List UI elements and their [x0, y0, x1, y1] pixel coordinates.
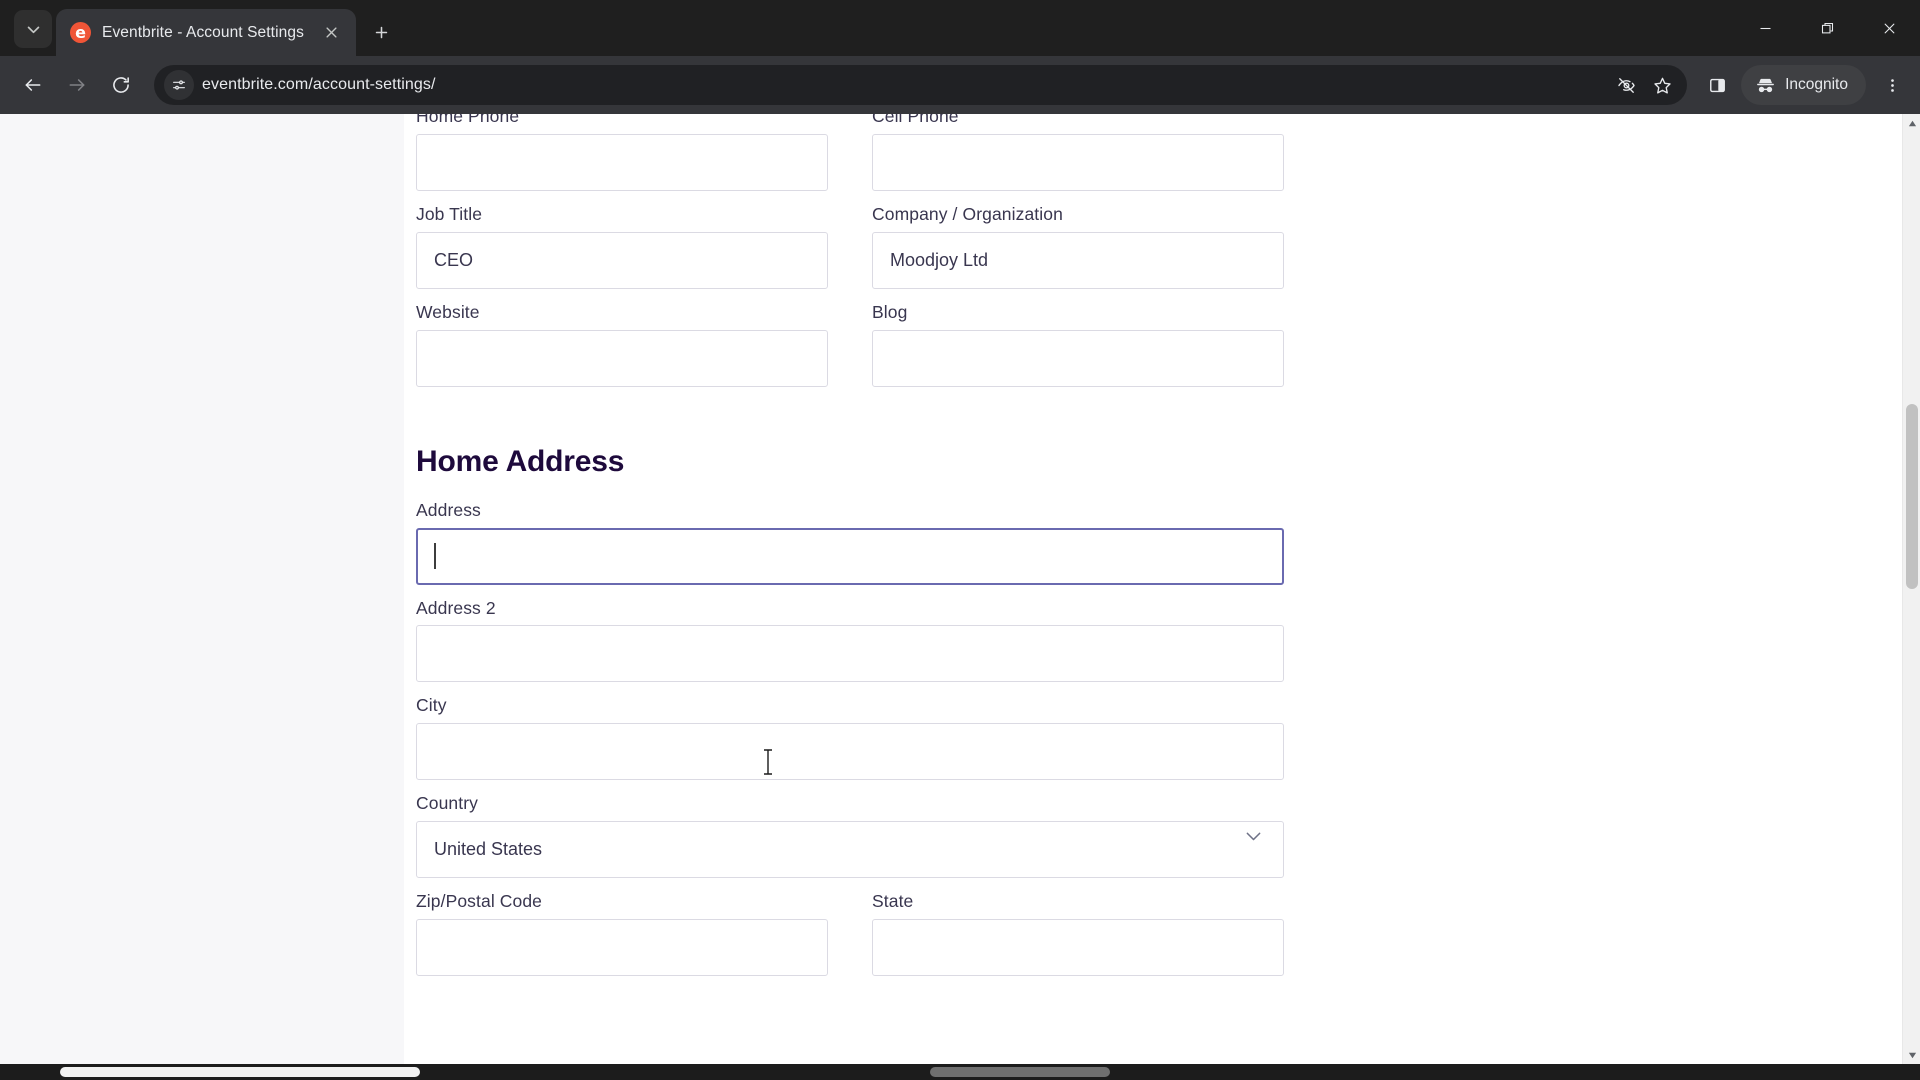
page-left-gutter	[0, 114, 404, 1064]
blog-input[interactable]	[872, 329, 1284, 387]
caret-up-icon	[1908, 120, 1916, 126]
forward-arrow-icon	[69, 79, 85, 91]
job-title-field: Job Title CEO	[416, 204, 828, 289]
country-field: Country United States	[416, 793, 1284, 879]
site-settings-sliders-icon	[173, 80, 185, 90]
state-label: State	[872, 891, 914, 912]
company-organization-label: Company / Organization	[872, 203, 1063, 224]
reload-button[interactable]	[100, 64, 142, 106]
back-button[interactable]	[12, 64, 54, 106]
tab-close-button[interactable]	[316, 18, 346, 48]
browser-toolbar: eventbrite.com/account-settings/ Incogni…	[0, 56, 1920, 114]
plus-icon	[375, 26, 387, 38]
restore-icon	[1821, 22, 1833, 33]
scroll-down-button[interactable]	[1903, 1046, 1920, 1064]
horizontal-scrollbar-thumb-secondary[interactable]	[930, 1067, 1110, 1077]
toolbar-right-actions: Incognito	[1697, 65, 1912, 105]
address2-field: Address 2	[416, 598, 1284, 683]
web-row: Website Blog	[416, 302, 1284, 400]
contact-information-form: Home Phone Cell Phone Job Title CEO Comp…	[404, 114, 1284, 989]
url-text[interactable]: eventbrite.com/account-settings/	[202, 76, 1601, 94]
horizontal-scrollbar-thumb[interactable]	[60, 1067, 420, 1077]
state-field: State	[872, 891, 1284, 976]
cell-phone-label: Cell Phone	[872, 114, 959, 126]
blog-label: Blog	[872, 301, 908, 322]
city-label: City	[416, 695, 447, 716]
cell-phone-field: Cell Phone	[872, 114, 1284, 191]
website-label: Website	[416, 301, 480, 322]
job-title-input[interactable]: CEO	[416, 231, 828, 289]
page-viewport: Home Phone Cell Phone Job Title CEO Comp…	[0, 114, 1920, 1080]
city-field: City	[416, 695, 1284, 781]
address2-input[interactable]	[416, 625, 1284, 683]
address-label: Address	[416, 499, 481, 520]
tab-search-button[interactable]	[14, 10, 52, 48]
home-phone-field: Home Phone	[416, 114, 828, 191]
country-select[interactable]: United States	[416, 821, 1284, 879]
country-label: Country	[416, 793, 478, 814]
eventbrite-favicon: e	[70, 22, 91, 43]
zip-state-row: Zip/Postal Code State	[416, 891, 1284, 989]
maximize-button[interactable]	[1796, 0, 1858, 56]
back-arrow-icon	[25, 79, 41, 91]
incognito-indicator[interactable]: Incognito	[1741, 65, 1866, 105]
browser-window: e Eventbrite - Account Settings eventbri…	[0, 0, 1920, 1080]
new-tab-button[interactable]	[366, 17, 396, 47]
company-organization-field: Company / Organization Moodjoy Ltd	[872, 204, 1284, 289]
job-company-row: Job Title CEO Company / Organization Moo…	[416, 204, 1284, 302]
omnibox-actions	[1609, 68, 1679, 102]
horizontal-scrollbar[interactable]	[0, 1064, 1920, 1080]
address-field: Address	[416, 500, 1284, 585]
phone-row: Home Phone Cell Phone	[416, 114, 1284, 204]
company-organization-input[interactable]: Moodjoy Ltd	[872, 231, 1284, 289]
address-bar[interactable]: eventbrite.com/account-settings/	[154, 65, 1688, 105]
browser-tab[interactable]: e Eventbrite - Account Settings	[56, 9, 356, 56]
home-phone-label: Home Phone	[416, 114, 520, 126]
home-phone-input[interactable]	[416, 133, 828, 191]
side-panel-icon	[1709, 78, 1725, 92]
chrome-menu-button[interactable]	[1872, 65, 1912, 105]
forward-button[interactable]	[56, 64, 98, 106]
minimize-button[interactable]	[1734, 0, 1796, 56]
reload-icon	[113, 77, 129, 93]
vertical-scrollbar-thumb[interactable]	[1906, 404, 1918, 589]
tab-strip: e Eventbrite - Account Settings	[0, 0, 1920, 56]
zip-postal-code-field: Zip/Postal Code	[416, 891, 828, 976]
tracking-protection-button[interactable]	[1609, 68, 1643, 102]
text-caret	[434, 543, 436, 569]
caret-down-icon	[1908, 1052, 1916, 1058]
zip-postal-code-label: Zip/Postal Code	[416, 891, 543, 912]
chevron-down-icon	[27, 26, 39, 33]
window-controls	[1734, 0, 1920, 56]
vertical-scrollbar[interactable]	[1902, 114, 1920, 1064]
home-address-heading: Home Address	[416, 444, 625, 478]
close-icon	[1884, 23, 1894, 33]
three-dot-menu-icon	[1890, 78, 1894, 92]
minimize-icon	[1760, 27, 1770, 29]
website-input[interactable]	[416, 329, 828, 387]
address2-label: Address 2	[416, 597, 496, 618]
website-field: Website	[416, 302, 828, 387]
account-settings-content: Home Phone Cell Phone Job Title CEO Comp…	[404, 114, 1902, 1064]
window-close-button[interactable]	[1858, 0, 1920, 56]
address-input[interactable]	[416, 527, 1284, 585]
incognito-label: Incognito	[1785, 76, 1848, 93]
close-icon	[325, 27, 337, 38]
side-panel-button[interactable]	[1697, 65, 1737, 105]
job-title-label: Job Title	[416, 203, 483, 224]
blog-field: Blog	[872, 302, 1284, 387]
city-input[interactable]	[416, 723, 1284, 781]
bookmark-button[interactable]	[1645, 68, 1679, 102]
incognito-hat-icon	[1757, 78, 1774, 92]
scroll-up-button[interactable]	[1903, 114, 1920, 132]
site-settings-button[interactable]	[164, 70, 194, 100]
cell-phone-input[interactable]	[872, 133, 1284, 191]
tab-title: Eventbrite - Account Settings	[102, 23, 304, 41]
eye-off-icon	[1617, 77, 1635, 93]
zip-postal-code-input[interactable]	[416, 919, 828, 976]
eventbrite-account-settings-page: Home Phone Cell Phone Job Title CEO Comp…	[0, 114, 1902, 1064]
state-input[interactable]	[872, 919, 1284, 976]
star-icon	[1653, 77, 1671, 94]
